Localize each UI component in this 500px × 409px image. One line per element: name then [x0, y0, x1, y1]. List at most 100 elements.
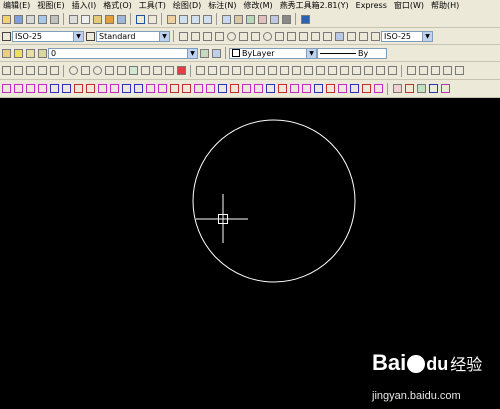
yx-tool-23-icon[interactable]	[265, 84, 275, 93]
menu-help[interactable]: 帮助(H)	[428, 0, 463, 11]
menu-express[interactable]: Express	[353, 0, 391, 11]
ellipse-arc-icon[interactable]	[274, 31, 284, 41]
yx-library-icon[interactable]	[392, 84, 402, 93]
yx-tool-11-icon[interactable]	[121, 84, 131, 93]
snap-nearest-icon[interactable]	[152, 66, 162, 75]
text-style-select[interactable]: ISO-25 ▼	[12, 30, 84, 42]
calculator-icon[interactable]	[281, 14, 291, 24]
yx-tool-22-icon[interactable]	[253, 84, 263, 93]
block-editor-icon[interactable]	[116, 14, 126, 24]
snap-tangent-icon[interactable]	[92, 66, 102, 75]
revision-cloud-icon[interactable]	[238, 31, 248, 41]
snap-parallel-icon[interactable]	[116, 66, 126, 75]
offset-icon[interactable]	[231, 66, 241, 75]
spline-icon[interactable]	[250, 31, 260, 41]
layer-freeze-icon[interactable]	[25, 48, 35, 58]
arc-icon[interactable]	[214, 31, 224, 41]
scale-icon[interactable]	[279, 66, 289, 75]
stretch-icon[interactable]	[291, 66, 301, 75]
break-at-point-icon[interactable]	[327, 66, 337, 75]
yx-tool-35-icon[interactable]	[428, 84, 438, 93]
snap-insert-icon[interactable]	[128, 66, 138, 75]
mirror-icon[interactable]	[219, 66, 229, 75]
ordinate-dimension-icon[interactable]	[442, 66, 452, 75]
cut-icon[interactable]	[68, 14, 78, 24]
snap-node-icon[interactable]	[140, 66, 150, 75]
dimension-style-icon[interactable]	[85, 31, 95, 41]
tool-palettes-icon[interactable]	[245, 14, 255, 24]
copy-object-icon[interactable]	[207, 66, 217, 75]
make-block-icon[interactable]	[298, 31, 308, 41]
yx-tool-30-icon[interactable]	[349, 84, 359, 93]
text-style-icon[interactable]	[1, 31, 11, 41]
publish-icon[interactable]	[49, 14, 59, 24]
yx-tool-18-icon[interactable]	[205, 84, 215, 93]
yx-tool-25-icon[interactable]	[289, 84, 299, 93]
menu-dimension[interactable]: 标注(N)	[205, 0, 240, 11]
yx-tool-8-icon[interactable]	[85, 84, 95, 93]
hatch-icon[interactable]	[322, 31, 332, 41]
properties-icon[interactable]	[221, 14, 231, 24]
yx-tool-36-icon[interactable]	[440, 84, 450, 93]
copy-icon[interactable]	[80, 14, 90, 24]
layer-properties-icon[interactable]	[1, 48, 11, 58]
region-icon[interactable]	[346, 31, 356, 41]
arc-length-icon[interactable]	[430, 66, 440, 75]
save-icon[interactable]	[13, 14, 23, 24]
yx-tool-20-icon[interactable]	[229, 84, 239, 93]
line-icon[interactable]	[1, 66, 11, 75]
layer-select[interactable]: 0 ▼	[48, 47, 198, 59]
yx-tool-24-icon[interactable]	[277, 84, 287, 93]
pan-icon[interactable]	[166, 14, 176, 24]
menu-format[interactable]: 格式(O)	[100, 0, 136, 11]
yx-tool-15-icon[interactable]	[169, 84, 179, 93]
snap-none-icon[interactable]	[164, 66, 174, 75]
menu-draw[interactable]: 绘图(D)	[170, 0, 205, 11]
menu-view[interactable]: 视图(E)	[34, 0, 68, 11]
yx-tool-28-icon[interactable]	[325, 84, 335, 93]
join-icon[interactable]	[351, 66, 361, 75]
chamfer-icon[interactable]	[363, 66, 373, 75]
yx-tool-5-icon[interactable]	[49, 84, 59, 93]
ray-icon[interactable]	[37, 66, 47, 75]
menu-insert[interactable]: 插入(I)	[69, 0, 101, 11]
yx-tool-4-icon[interactable]	[37, 84, 47, 93]
radius-dimension-icon[interactable]	[454, 66, 464, 75]
circle-entity[interactable]	[192, 119, 356, 283]
linear-dimension-icon[interactable]	[406, 66, 416, 75]
polygon-icon[interactable]	[202, 31, 212, 41]
yx-tool-14-icon[interactable]	[157, 84, 167, 93]
sheet-set-icon[interactable]	[257, 14, 267, 24]
ellipse-icon[interactable]	[262, 31, 272, 41]
osnap-settings-icon[interactable]	[176, 66, 186, 75]
yx-tool-16-icon[interactable]	[181, 84, 191, 93]
table-style-select[interactable]: ISO-25 ▼	[381, 30, 433, 42]
design-center-icon[interactable]	[233, 14, 243, 24]
yx-tool-33-icon[interactable]	[404, 84, 414, 93]
aligned-dimension-icon[interactable]	[418, 66, 428, 75]
array-icon[interactable]	[243, 66, 253, 75]
snap-quadrant-icon[interactable]	[80, 66, 90, 75]
yx-tool-13-icon[interactable]	[145, 84, 155, 93]
circle-icon[interactable]	[226, 31, 236, 41]
mtext-icon[interactable]	[370, 31, 380, 41]
paste-icon[interactable]	[92, 14, 102, 24]
dash-line-icon[interactable]	[49, 66, 59, 75]
yx-tool-3-icon[interactable]	[25, 84, 35, 93]
yx-tool-12-icon[interactable]	[133, 84, 143, 93]
yx-tool-2-icon[interactable]	[13, 84, 23, 93]
yx-tool-27-icon[interactable]	[313, 84, 323, 93]
table-icon[interactable]	[358, 31, 368, 41]
snap-perpendicular-icon[interactable]	[104, 66, 114, 75]
polyline-icon[interactable]	[190, 31, 200, 41]
yx-tool-9-icon[interactable]	[97, 84, 107, 93]
rotate-icon[interactable]	[267, 66, 277, 75]
yx-tool-1-icon[interactable]	[1, 84, 11, 93]
yx-tool-6-icon[interactable]	[61, 84, 71, 93]
point-icon[interactable]	[310, 31, 320, 41]
gradient-icon[interactable]	[334, 31, 344, 41]
markup-icon[interactable]	[269, 14, 279, 24]
yx-tool-29-icon[interactable]	[337, 84, 347, 93]
explode-icon[interactable]	[387, 66, 397, 75]
open-icon[interactable]	[1, 14, 11, 24]
